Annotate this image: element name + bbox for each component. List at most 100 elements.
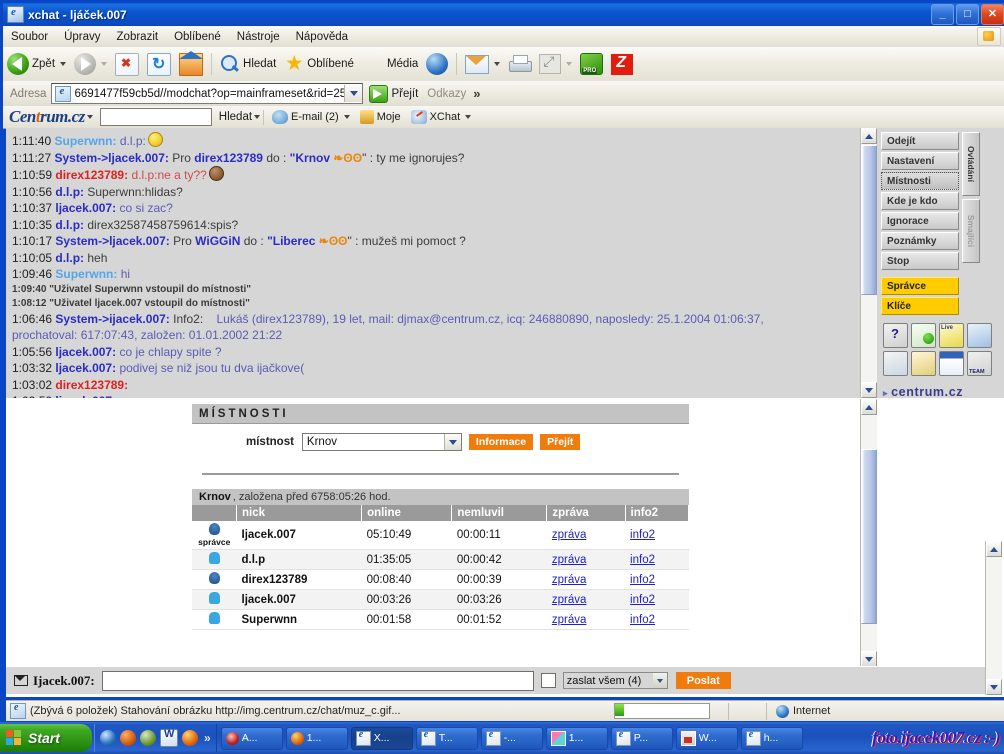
zoner-button[interactable] xyxy=(607,49,637,79)
taskbar-task[interactable]: h... xyxy=(741,727,803,750)
go-button[interactable]: Přejít xyxy=(363,85,424,103)
send-button[interactable]: Poslat xyxy=(676,672,731,689)
user-message[interactable]: zpráva xyxy=(547,590,625,610)
user-info2[interactable]: info2 xyxy=(625,610,688,630)
chat-log[interactable]: 1:11:40 Superwnn: d.l.p:1:11:27 System->… xyxy=(6,128,860,398)
recipient-select[interactable]: zaslat všem (4) xyxy=(563,672,668,689)
user-message[interactable]: zpráva xyxy=(547,570,625,590)
search-button[interactable]: Hledat xyxy=(216,49,280,79)
user-info2[interactable]: info2 xyxy=(625,590,688,610)
page-scrollbar[interactable] xyxy=(985,541,1002,695)
user-message[interactable]: zpráva xyxy=(547,521,625,550)
favorites-button[interactable]: ★ Oblíbené xyxy=(280,49,358,79)
print-button[interactable] xyxy=(504,49,535,79)
sidebar-link-centrumcz[interactable]: centrum.cz xyxy=(883,384,1004,398)
centrum-moje-button[interactable]: Moje xyxy=(355,110,406,124)
sidebar-tab-smajlíci[interactable]: Smajlíci xyxy=(962,199,980,263)
user-message[interactable]: zpráva xyxy=(547,610,625,630)
menu-item-zobrazit[interactable]: Zobrazit xyxy=(109,29,167,45)
sidebar-button-odejít[interactable]: Odejít xyxy=(881,132,959,150)
user-message-link[interactable]: zpráva xyxy=(552,574,587,586)
taskbar-task[interactable]: -... xyxy=(481,727,543,750)
room-select[interactable]: Krnov xyxy=(302,433,462,451)
news-icon[interactable] xyxy=(911,323,936,348)
user-message-link[interactable]: zpráva xyxy=(552,529,587,541)
centrum-search-dropdown-icon[interactable] xyxy=(254,115,260,119)
taskbar-task[interactable]: 1... xyxy=(546,727,608,750)
taskbar-task[interactable]: T... xyxy=(416,727,478,750)
sidebar-button-nastavení[interactable]: Nastavení xyxy=(881,152,959,170)
write-icon[interactable] xyxy=(911,351,936,376)
room-select-chevron-down-icon[interactable] xyxy=(444,434,461,450)
chat-scrollbar[interactable] xyxy=(860,128,877,398)
centrum-search-input[interactable] xyxy=(100,108,212,126)
centrum-dropdown-icon[interactable] xyxy=(87,115,93,119)
sidebar-button-místnosti[interactable]: Místnosti xyxy=(881,172,959,190)
help-icon[interactable] xyxy=(883,323,908,348)
word-icon[interactable] xyxy=(160,729,178,747)
stop-button[interactable] xyxy=(111,49,143,79)
quick-launch-more-icon[interactable]: » xyxy=(204,731,211,745)
user-info2-link[interactable]: info2 xyxy=(630,614,655,626)
centrum-search-label[interactable]: Hledat xyxy=(219,111,252,123)
chat-scroll-up-button[interactable] xyxy=(861,128,877,144)
user-message[interactable]: zpráva xyxy=(547,550,625,570)
home-button[interactable] xyxy=(175,49,207,79)
mail-button[interactable] xyxy=(461,49,504,79)
edit-button[interactable] xyxy=(535,49,576,79)
rooms-scrollbar[interactable] xyxy=(860,399,877,667)
centrum-xchat-button[interactable]: XChat xyxy=(406,110,477,124)
start-button[interactable]: Start xyxy=(0,724,92,752)
rooms-scroll-down-button[interactable] xyxy=(861,651,877,667)
user-info2-link[interactable]: info2 xyxy=(630,594,655,606)
user-info2-link[interactable]: info2 xyxy=(630,554,655,566)
refresh-button[interactable] xyxy=(143,49,175,79)
ie-icon[interactable] xyxy=(100,730,116,746)
back-dropdown-icon[interactable] xyxy=(60,62,66,66)
media-player-icon[interactable] xyxy=(120,730,136,746)
user-message-link[interactable]: zpráva xyxy=(552,554,587,566)
chat-scroll-thumb[interactable] xyxy=(861,145,877,295)
sidebar-button-klíče[interactable]: Klíče xyxy=(881,297,959,315)
menu-item-oblibene[interactable]: Oblíbené xyxy=(166,29,229,45)
minimize-button[interactable]: _ xyxy=(931,4,954,25)
icq-button[interactable] xyxy=(576,49,607,79)
recipient-chevron-down-icon[interactable] xyxy=(653,673,667,688)
user-message-link[interactable]: zpráva xyxy=(552,594,587,606)
opera-icon[interactable] xyxy=(140,730,156,746)
sidebar-button-stop[interactable]: Stop xyxy=(881,252,959,270)
page-scroll-down-button[interactable] xyxy=(986,679,1002,695)
address-input[interactable]: 6691477f59cb5d//modchat?op=mainframeset&… xyxy=(51,83,363,104)
chevron-more-icon[interactable]: » xyxy=(469,86,484,101)
taskbar-task[interactable]: W... xyxy=(676,727,738,750)
history-button[interactable] xyxy=(422,49,452,79)
taskbar-task[interactable]: P... xyxy=(611,727,673,750)
room-go-button[interactable]: Přejít xyxy=(540,434,580,450)
user-info2[interactable]: info2 xyxy=(625,521,688,550)
menu-item-napoveda[interactable]: Nápověda xyxy=(288,29,356,45)
rooms-scroll-up-button[interactable] xyxy=(861,399,877,415)
room-info-button[interactable]: Informace xyxy=(469,434,533,450)
menu-item-soubor[interactable]: Soubor xyxy=(3,29,56,45)
email-dropdown-icon[interactable] xyxy=(344,115,350,119)
sidebar-button-ignorace[interactable]: Ignorace xyxy=(881,212,959,230)
user-info2-link[interactable]: info2 xyxy=(630,574,655,586)
window-icon[interactable] xyxy=(939,351,964,376)
user-info2-link[interactable]: info2 xyxy=(630,529,655,541)
mail-dropdown-icon[interactable] xyxy=(494,62,500,66)
user-info2[interactable]: info2 xyxy=(625,550,688,570)
links-label[interactable]: Odkazy xyxy=(424,88,469,100)
centrum-email-button[interactable]: E-mail (2) xyxy=(267,110,355,124)
notes-icon[interactable] xyxy=(883,351,908,376)
user-message-link[interactable]: zpráva xyxy=(552,614,587,626)
taskbar-task[interactable]: X... xyxy=(351,727,413,750)
sidebar-button-správce[interactable]: Správce xyxy=(881,277,959,295)
media-button[interactable]: Média xyxy=(358,49,422,79)
team-icon[interactable] xyxy=(967,351,992,376)
sidebar-tab-ovládání[interactable]: Ovládání xyxy=(962,132,980,196)
private-checkbox[interactable] xyxy=(541,673,556,688)
sidebar-button-poznámky[interactable]: Poznámky xyxy=(881,232,959,250)
page-scroll-track[interactable] xyxy=(986,557,1002,679)
address-dropdown-button[interactable] xyxy=(344,85,362,102)
xchat-dropdown-icon[interactable] xyxy=(465,115,471,119)
